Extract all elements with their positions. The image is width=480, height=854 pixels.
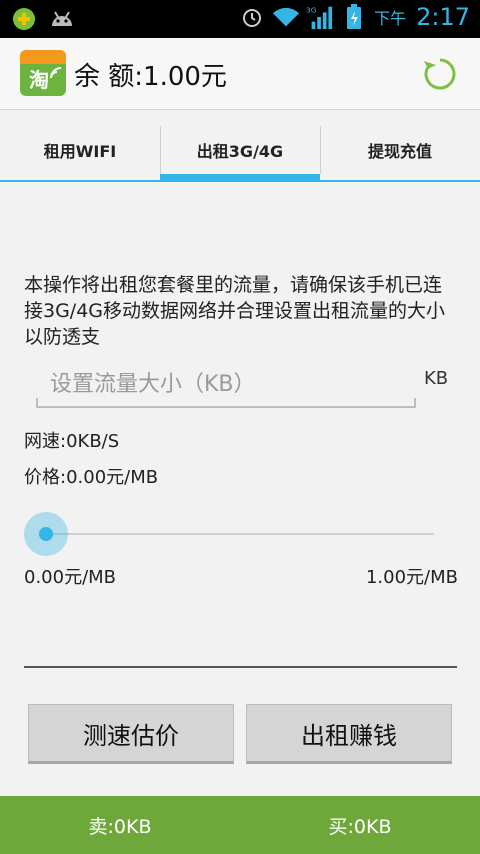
- rent-out-button[interactable]: 出租赚钱: [246, 704, 452, 764]
- balance-display: 余 额: 1.00元: [74, 56, 227, 93]
- buy-amount: 买:0KB: [328, 815, 392, 838]
- slider-thumb[interactable]: [24, 512, 68, 556]
- clock-time: 2:17: [416, 3, 470, 31]
- tab-rent-wifi[interactable]: 租用WIFI: [0, 120, 160, 180]
- alarm-icon: [238, 4, 266, 30]
- balance-label: 余 额:: [74, 62, 144, 92]
- bottom-stats-bar: 卖:0KB 买:0KB: [0, 796, 480, 854]
- slider-track: [46, 533, 434, 535]
- wifi-icon: [272, 4, 300, 30]
- balance-value: 1.00元: [143, 62, 227, 92]
- battery-charging-icon: [340, 4, 368, 30]
- slider-max-label: 1.00元/MB: [365, 567, 458, 588]
- network-type-label: 3G: [306, 5, 317, 14]
- app-notification-icon: [10, 6, 38, 32]
- traffic-input-wrapper: [36, 362, 416, 408]
- app-logo-icon: 淘: [20, 50, 66, 96]
- android-debug-icon: [48, 6, 76, 32]
- status-bar: 3G 下午 2:17: [0, 0, 480, 38]
- description-text: 本操作将出租您套餐里的流量，请确保该手机已连接3G/4G移动数据网络并合理设置出…: [24, 274, 446, 348]
- refresh-button[interactable]: [422, 56, 458, 92]
- divider-line: [24, 666, 457, 668]
- tab-bar: 租用WIFI 出租3G/4G 提现充值: [0, 120, 480, 182]
- refresh-icon: [424, 58, 456, 90]
- slider-min-label: 0.00元/MB: [24, 567, 117, 588]
- sell-amount: 卖:0KB: [88, 815, 152, 838]
- tab-withdraw-recharge[interactable]: 提现充值: [320, 120, 480, 180]
- signal-icon: 3G: [306, 4, 334, 30]
- tab-rent-out-3g4g[interactable]: 出租3G/4G: [160, 120, 320, 182]
- action-bar: 淘 余 额: 1.00元: [0, 38, 480, 110]
- time-ampm: 下午: [374, 9, 407, 28]
- price-slider[interactable]: [24, 512, 434, 556]
- price-text: 价格:0.00元/MB: [24, 467, 159, 488]
- traffic-size-input[interactable]: [36, 362, 416, 406]
- speed-text: 网速:0KB/S: [24, 431, 120, 452]
- estimate-price-button[interactable]: 测速估价: [28, 704, 234, 764]
- traffic-unit-label: KB: [424, 368, 449, 389]
- app-logo-char: 淘: [29, 68, 49, 92]
